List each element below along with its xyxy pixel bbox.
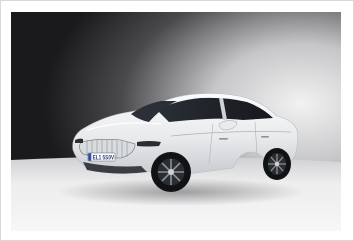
headlight-left bbox=[137, 141, 161, 147]
license-plate-text: EL1 5S0V bbox=[93, 155, 115, 161]
car-photo: EL1 5S0V bbox=[11, 12, 341, 231]
rear-wheel bbox=[263, 148, 291, 180]
front-wheel bbox=[151, 152, 191, 192]
door-handle-front bbox=[219, 138, 228, 140]
door-handle-rear bbox=[261, 136, 269, 138]
license-plate: EL1 5S0V bbox=[87, 152, 116, 161]
photo-frame: EL1 5S0V bbox=[0, 0, 354, 241]
